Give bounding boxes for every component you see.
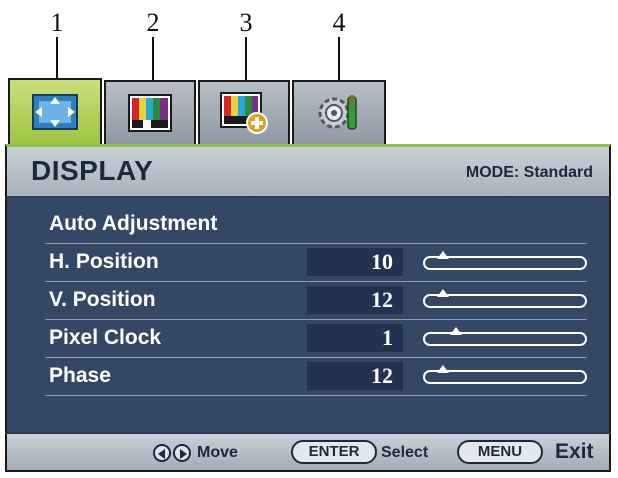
display-tab[interactable]: [8, 78, 102, 144]
picture-tab[interactable]: [104, 80, 196, 144]
menu-item-auto-adjustment[interactable]: Auto Adjustment: [45, 206, 587, 244]
callout-4: 4: [332, 8, 346, 37]
color-bars-plus-icon: [220, 92, 268, 134]
right-arrow-icon[interactable]: [173, 444, 191, 462]
menu-item-label: Pixel Clock: [49, 326, 162, 349]
menu-item-label: Phase: [49, 364, 111, 387]
menu-key[interactable]: MENU: [457, 440, 543, 464]
slider-thumb[interactable]: [449, 327, 462, 335]
enter-key[interactable]: ENTER: [291, 440, 377, 464]
color-bars-icon: [128, 94, 172, 132]
value-display: 1: [307, 324, 403, 352]
value-display: 12: [307, 286, 403, 314]
menu-item-h-position[interactable]: H. Position 10: [45, 244, 587, 282]
gear-wrench-icon: [318, 95, 357, 130]
value-display: 12: [307, 362, 403, 390]
menu-item-v-position[interactable]: V. Position 12: [45, 282, 587, 320]
system-tab[interactable]: [292, 80, 386, 144]
mode-label: MODE: Standard: [465, 164, 593, 181]
menu-item-label: V. Position: [49, 288, 156, 311]
exit-hint: Exit: [555, 440, 594, 463]
menu-item-label: H. Position: [49, 250, 159, 273]
callout-1: 1: [50, 8, 64, 37]
display-arrows-icon: [32, 94, 78, 130]
menu-header: DISPLAY MODE: Standard: [5, 144, 611, 198]
callout-2: 2: [146, 8, 160, 37]
select-hint: Select: [381, 444, 429, 461]
picture-advanced-tab[interactable]: [198, 80, 290, 144]
menu-item-label: Auto Adjustment: [49, 212, 218, 235]
menu-panel: Auto Adjustment H. Position 10 V. Positi…: [5, 198, 611, 432]
slider-thumb[interactable]: [436, 251, 449, 259]
menu-item-pixel-clock[interactable]: Pixel Clock 1: [45, 320, 587, 358]
callout-3: 3: [239, 8, 253, 37]
menu-footer: Move ENTER Select MENU Exit: [5, 432, 611, 472]
menu-item-phase[interactable]: Phase 12: [45, 358, 587, 396]
move-hint: Move: [197, 444, 238, 461]
value-display: 10: [307, 248, 403, 276]
slider-thumb[interactable]: [436, 365, 449, 373]
page-title: DISPLAY: [31, 155, 154, 186]
slider-track[interactable]: [423, 332, 587, 346]
slider-thumb[interactable]: [436, 289, 449, 297]
left-arrow-icon[interactable]: [153, 444, 171, 462]
